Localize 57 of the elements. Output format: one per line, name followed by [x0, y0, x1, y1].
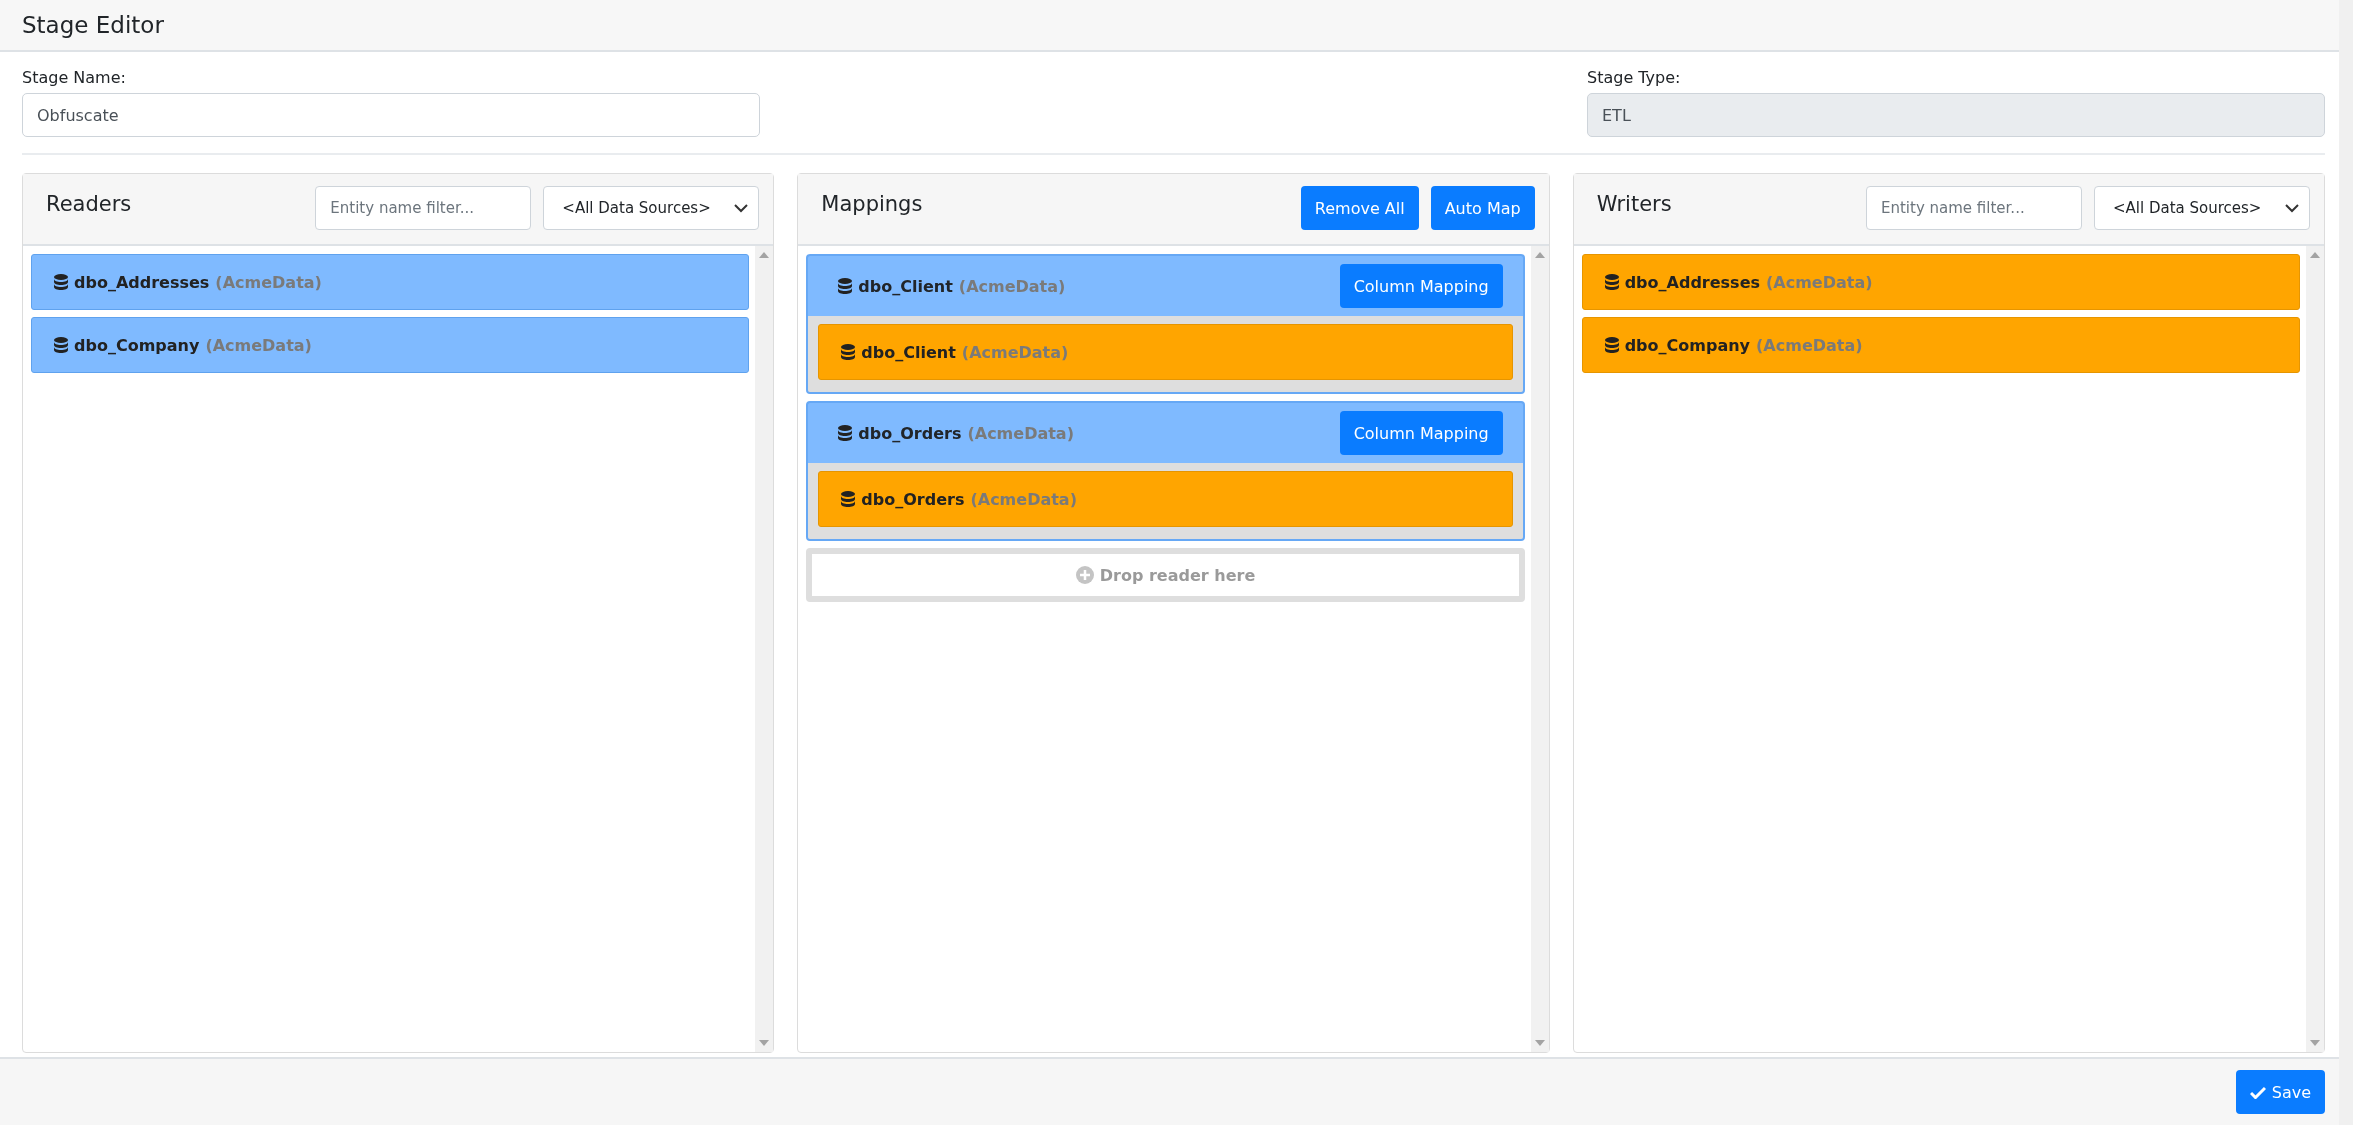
data-source-name: (AcmeData)	[967, 423, 1074, 443]
page-title: Stage Editor	[22, 12, 164, 38]
data-source-select[interactable]: <All Data Sources>	[543, 186, 760, 230]
database-icon	[838, 278, 853, 294]
entity-item[interactable]: dbo_Addresses (AcmeData)	[1581, 254, 2300, 310]
database-icon	[1604, 274, 1619, 290]
action-button[interactable]: Remove All	[1300, 186, 1419, 230]
entity-item[interactable]: dbo_Client (AcmeData)	[818, 324, 1513, 380]
entity-filter-field[interactable]: Entity name filter...	[1866, 186, 2082, 230]
stage-name-field[interactable]: Obfuscate	[22, 93, 760, 137]
database-icon	[841, 344, 856, 360]
scroll-up-icon[interactable]	[2310, 252, 2320, 258]
data-source-name: (AcmeData)	[961, 342, 1069, 362]
chevron-down-icon	[734, 203, 749, 213]
panel-title: Writers	[1596, 191, 1673, 216]
check-icon	[2249, 1085, 2266, 1099]
scroll-down-icon[interactable]	[1534, 1040, 1545, 1046]
data-source-name: (AcmeData)	[958, 276, 1066, 296]
entity-item[interactable]: dbo_Orders (AcmeData)	[818, 471, 1513, 527]
field-label: Stage Name:	[22, 68, 127, 87]
column-mapping-button[interactable]: Column Mapping	[1339, 264, 1503, 308]
entity-item[interactable]: dbo_Company (AcmeData)	[1581, 317, 2300, 373]
data-source-select[interactable]: <All Data Sources>	[2094, 186, 2310, 230]
database-icon	[1604, 337, 1619, 353]
scroll-down-icon[interactable]	[2310, 1040, 2320, 1046]
entity-name: dbo_Addresses	[74, 272, 210, 292]
database-icon	[54, 274, 68, 290]
scroll-down-icon[interactable]	[759, 1040, 770, 1046]
database-icon	[841, 491, 856, 507]
entity-name: dbo_Orders	[861, 489, 965, 509]
drop-zone-text: Drop reader here	[1099, 565, 1256, 585]
entity-filter-field[interactable]: Entity name filter...	[315, 186, 532, 230]
entity-name: dbo_Company	[1624, 335, 1751, 355]
chevron-down-icon	[2285, 203, 2299, 213]
entity-name: dbo_Client	[861, 342, 956, 362]
data-source-name: (AcmeData)	[1756, 335, 1863, 355]
scroll-up-icon[interactable]	[1534, 252, 1545, 258]
panel-title: Mappings	[821, 191, 924, 216]
scroll-up-icon[interactable]	[759, 252, 770, 258]
data-source-name: (AcmeData)	[970, 489, 1077, 509]
data-source-name: (AcmeData)	[205, 335, 312, 355]
database-icon	[54, 337, 68, 353]
entity-name: dbo_Orders	[858, 423, 962, 443]
data-source-name: (AcmeData)	[215, 272, 322, 292]
panel-title: Readers	[46, 191, 133, 216]
entity-name: dbo_Addresses	[1624, 272, 1760, 292]
plus-circle-icon	[1075, 566, 1094, 584]
entity-name: dbo_Company	[74, 335, 200, 355]
entity-item[interactable]: dbo_Addresses (AcmeData)	[31, 254, 750, 310]
data-source-name: (AcmeData)	[1766, 272, 1873, 292]
database-icon	[838, 425, 853, 441]
entity-item[interactable]: dbo_Company (AcmeData)	[31, 317, 750, 373]
field-label: Stage Type:	[1587, 68, 1682, 87]
entity-name: dbo_Client	[858, 276, 953, 296]
column-mapping-button[interactable]: Column Mapping	[1339, 411, 1503, 455]
action-button[interactable]: Auto Map	[1430, 186, 1535, 230]
save-button[interactable]: Save	[2235, 1070, 2325, 1114]
